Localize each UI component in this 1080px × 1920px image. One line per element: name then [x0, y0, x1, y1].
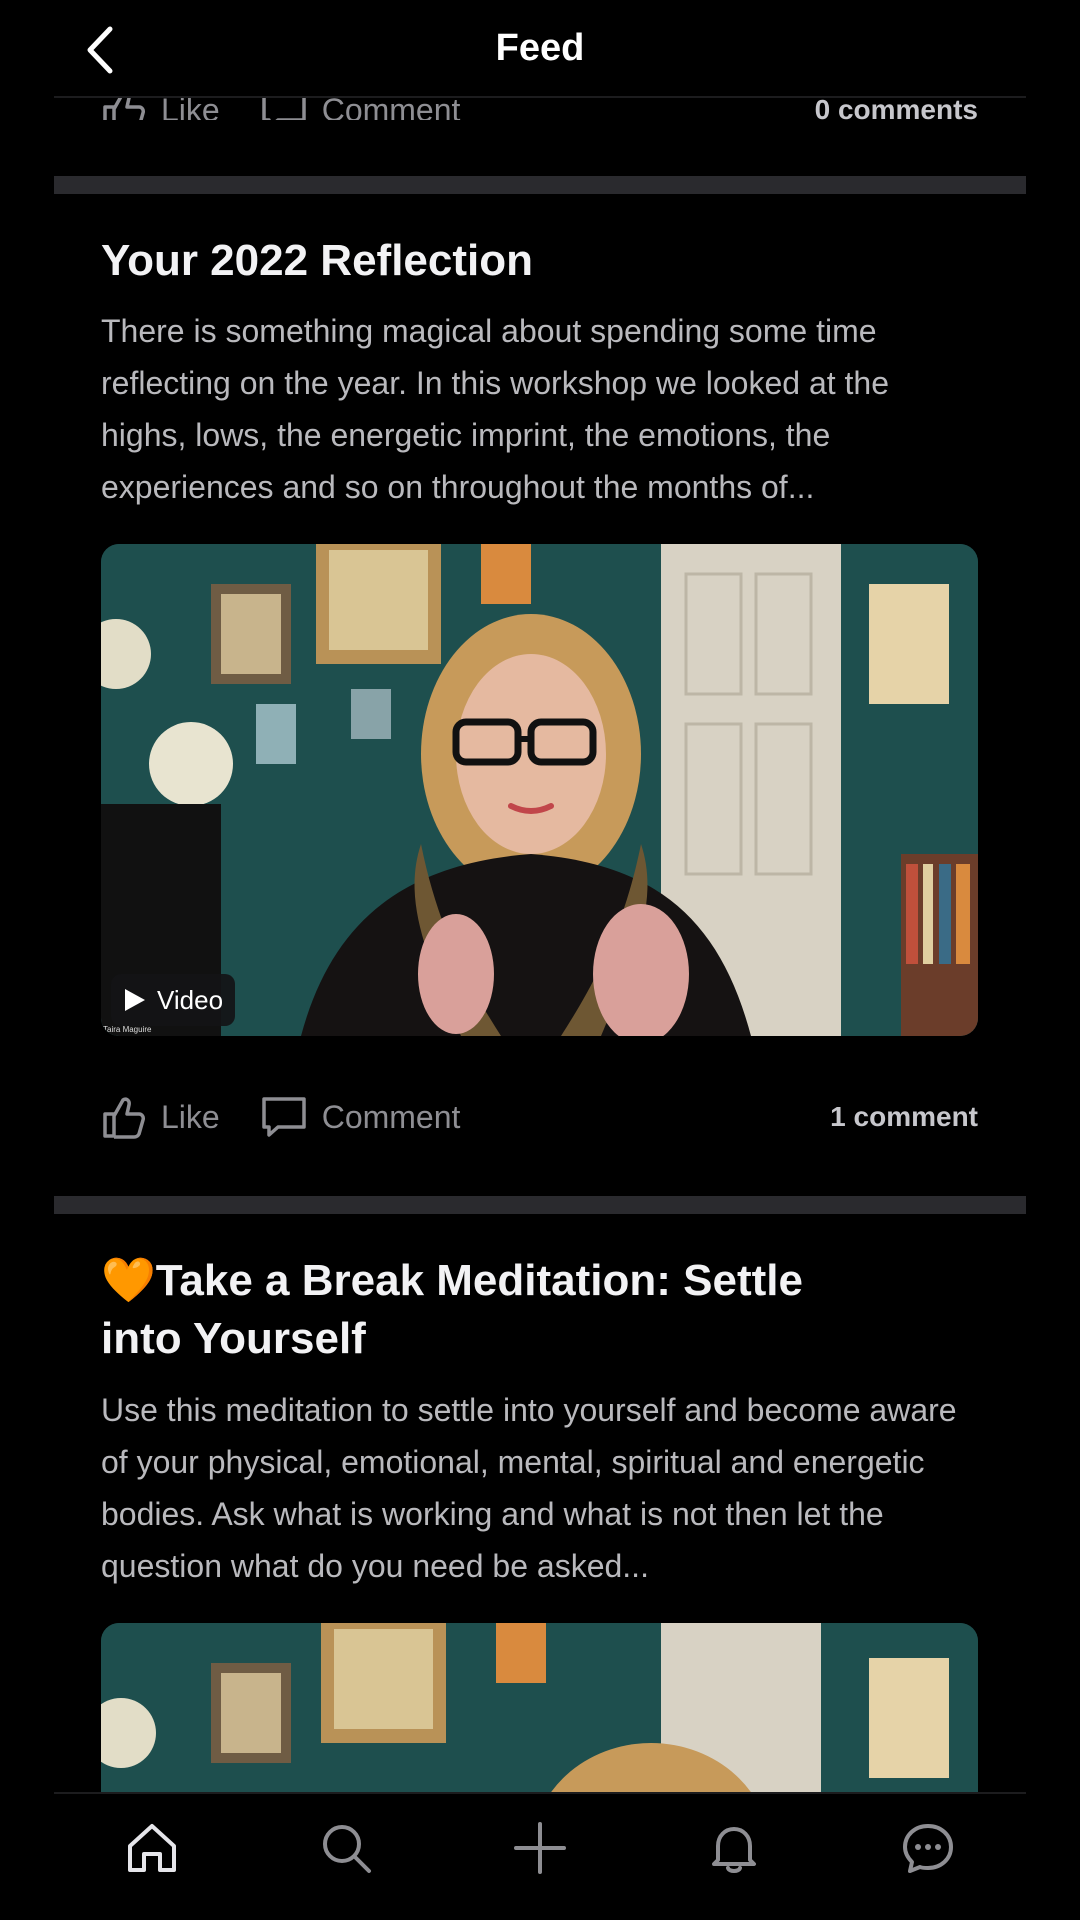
- post-actions: Like Comment 1 comment: [101, 1087, 978, 1147]
- orange-heart-emoji: 🧡: [101, 1256, 156, 1305]
- chat-icon: [903, 1824, 953, 1873]
- post-title-text: Take a Break Meditation: Settle into You…: [101, 1256, 803, 1363]
- plus-icon: [514, 1822, 566, 1874]
- post-body[interactable]: There is something magical about spendin…: [101, 305, 981, 513]
- video-frame-image: [101, 544, 978, 1036]
- post-title[interactable]: 🧡Take a Break Meditation: Settle into Yo…: [101, 1252, 891, 1368]
- page-title: Feed: [495, 27, 585, 69]
- tab-search[interactable]: [314, 1816, 378, 1880]
- post-divider: [54, 1196, 1026, 1214]
- video-badge: Video: [111, 974, 236, 1026]
- play-icon: [125, 989, 145, 1011]
- post-video-thumbnail[interactable]: Video Taira Maguire: [101, 544, 978, 1036]
- comment-count[interactable]: 1 comment: [830, 1101, 978, 1133]
- home-icon: [128, 1824, 176, 1872]
- header-divider: [54, 96, 1026, 98]
- comment-label: Comment: [321, 1098, 461, 1135]
- thumbs-up-icon: [103, 1097, 145, 1139]
- post-title[interactable]: Your 2022 Reflection: [101, 232, 981, 290]
- media-credit: Taira Maguire: [103, 1025, 152, 1034]
- like-label: Like: [161, 1098, 220, 1135]
- tab-messages[interactable]: [896, 1816, 960, 1880]
- post-divider: [54, 176, 1026, 194]
- tabbar-divider: [54, 1792, 1026, 1794]
- comment-icon: [261, 1097, 306, 1137]
- tab-home[interactable]: [120, 1816, 184, 1880]
- tab-notifications[interactable]: [702, 1816, 766, 1880]
- search-icon: [323, 1825, 371, 1873]
- video-badge-label: Video: [157, 984, 224, 1015]
- feed-screen: Feed Like Comment 0 comments Your 2022 R…: [0, 0, 1080, 1920]
- comment-button[interactable]: Comment: [260, 1094, 461, 1140]
- bell-icon: [712, 1827, 756, 1873]
- top-bar: Feed: [0, 0, 1080, 98]
- post-body[interactable]: Use this meditation to settle into yours…: [101, 1384, 981, 1592]
- bottom-tab-bar: [0, 1792, 1080, 1920]
- tab-create[interactable]: [508, 1816, 572, 1880]
- like-button[interactable]: Like: [101, 1094, 220, 1140]
